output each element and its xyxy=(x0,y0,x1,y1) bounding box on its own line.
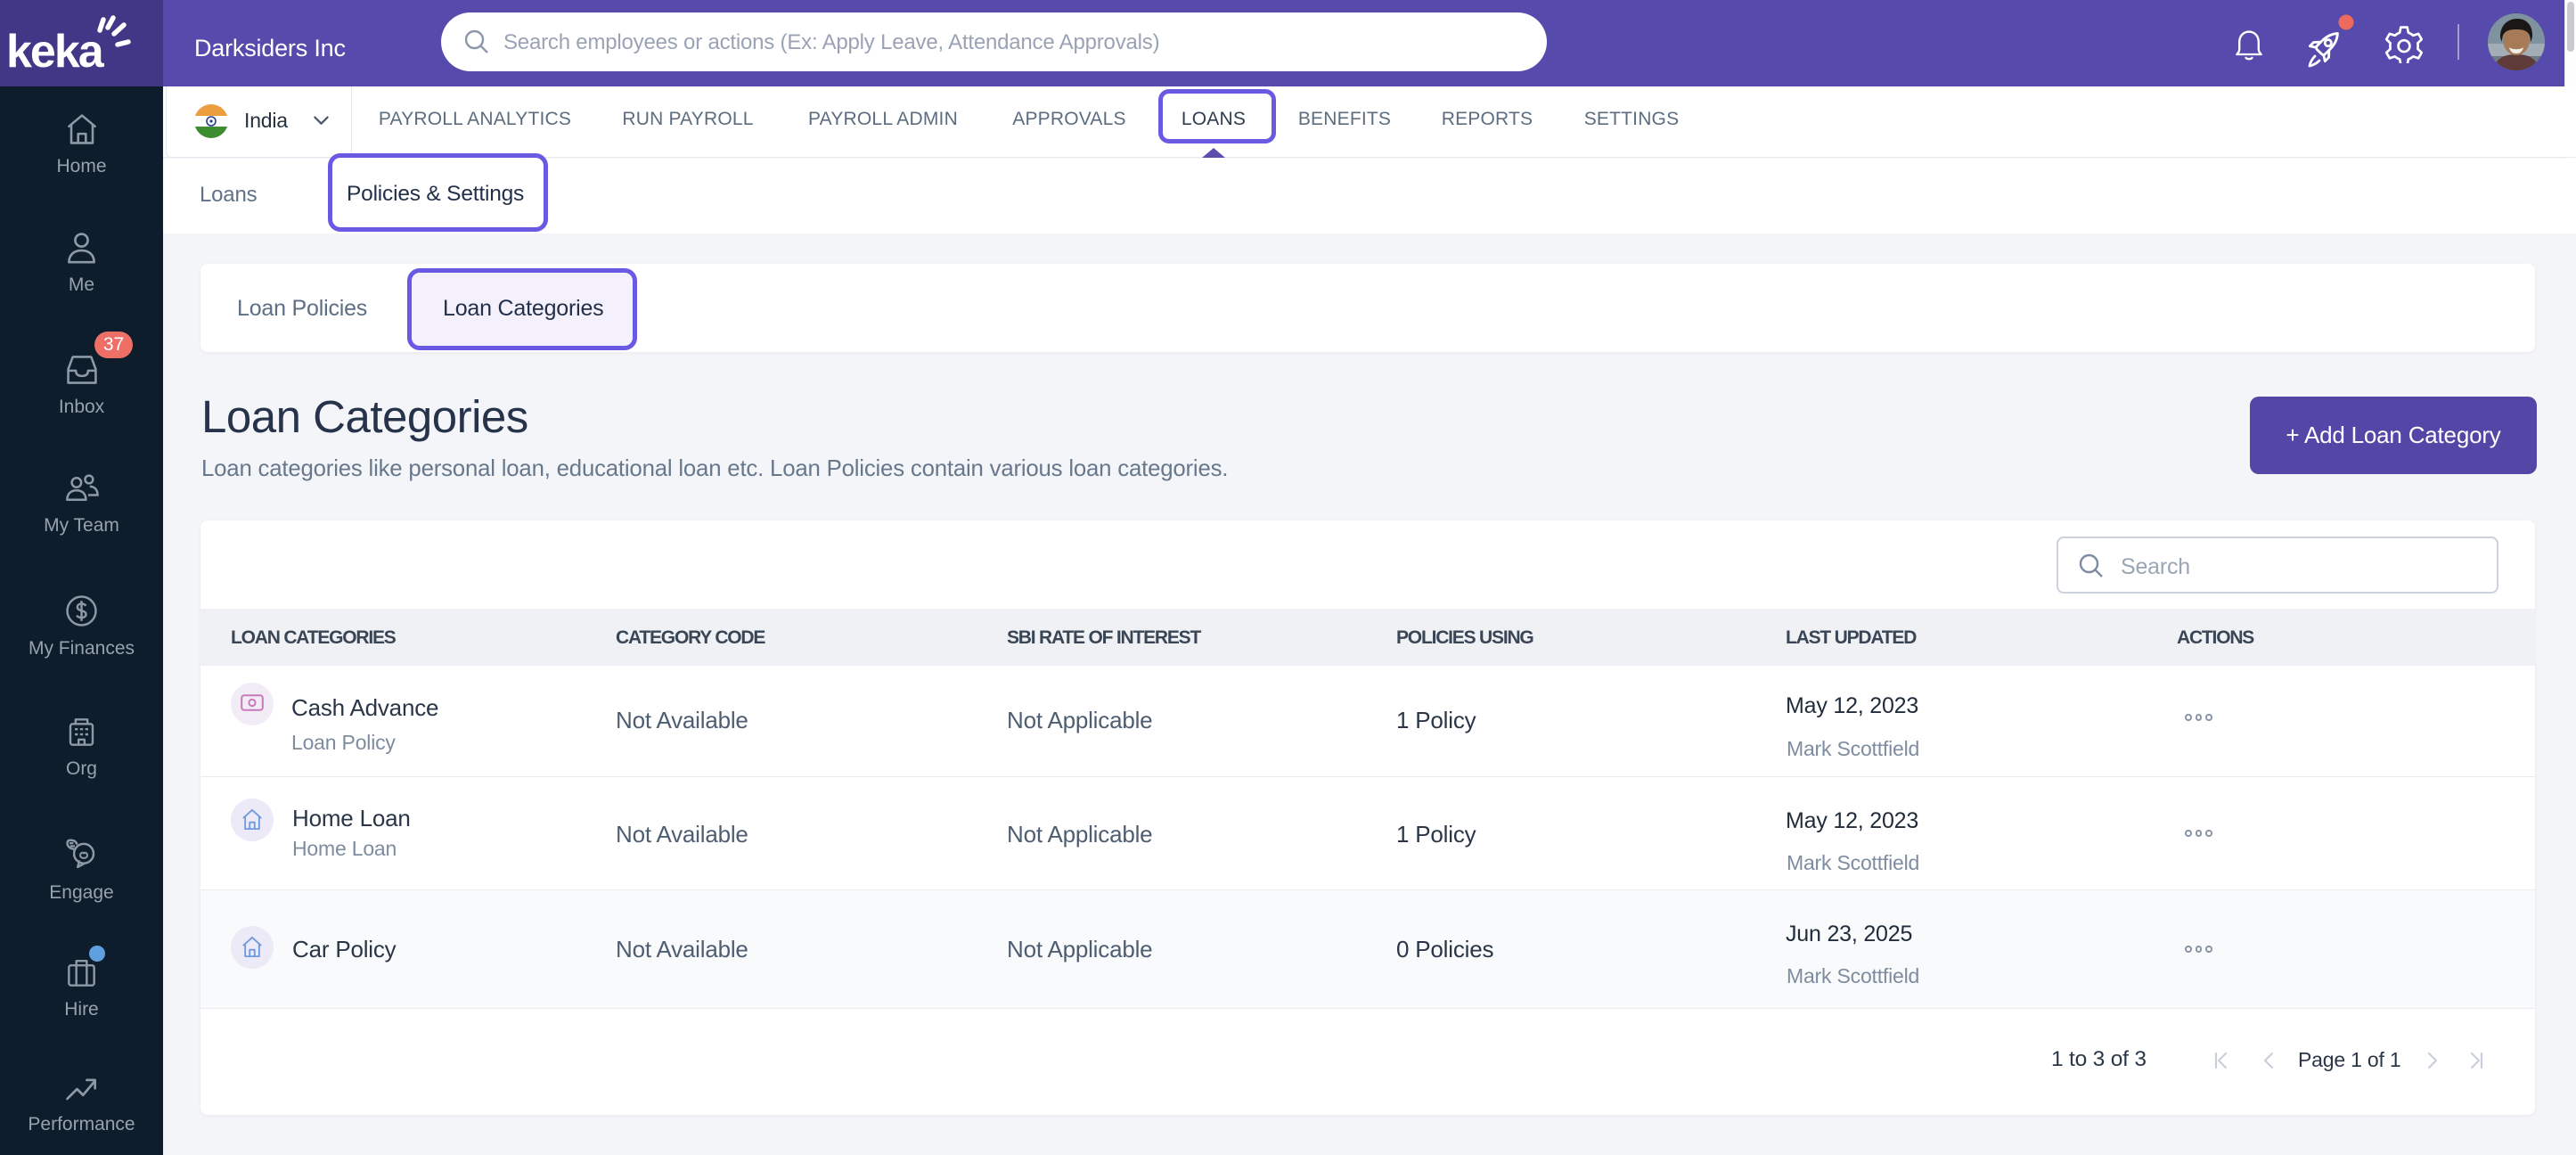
svg-text:keka: keka xyxy=(6,26,105,78)
